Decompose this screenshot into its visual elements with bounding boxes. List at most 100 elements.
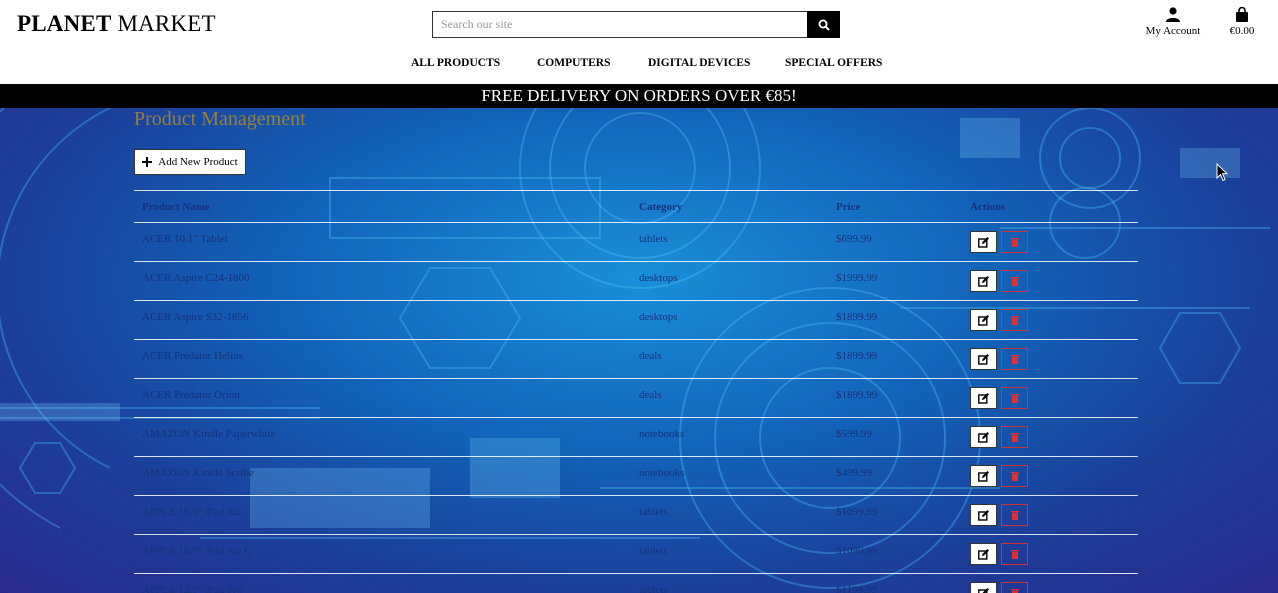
edit-product-button[interactable] [970, 426, 997, 448]
nav-special-offers[interactable]: SPECIAL OFFERS [785, 57, 882, 69]
header-product-name: Product Name [142, 201, 210, 213]
edit-product-button[interactable] [970, 348, 997, 370]
delete-product-button[interactable] [1001, 309, 1028, 331]
trash-icon [1010, 589, 1019, 593]
product-category: deals [639, 350, 662, 362]
my-account-link[interactable]: My Account [1143, 7, 1203, 37]
add-new-product-label: Add New Product [158, 156, 238, 168]
delete-product-button[interactable] [1001, 582, 1028, 593]
table-row: APPLE 10.9" iPad Air C tablets $1099.99 [134, 535, 1138, 574]
product-price: $1899.99 [836, 311, 878, 323]
edit-product-button[interactable] [970, 270, 997, 292]
edit-icon [978, 548, 989, 560]
user-icon [1166, 7, 1180, 22]
delete-product-button[interactable] [1001, 231, 1028, 253]
trash-icon [1010, 238, 1019, 247]
product-category: deals [639, 389, 662, 401]
mouse-cursor-icon [1216, 163, 1228, 182]
product-price: $1099.99 [836, 506, 878, 518]
table-header: Product Name Category Price Actions [134, 190, 1138, 223]
delete-product-button[interactable] [1001, 270, 1028, 292]
site-header: PLANET MARKET My Account €0.00 ALL PRODU… [0, 0, 1278, 84]
product-category: tablets [639, 506, 668, 518]
product-price: $1099.99 [836, 545, 878, 557]
product-name: ACER Aspire C24-1800 [142, 272, 250, 284]
delete-product-button[interactable] [1001, 387, 1028, 409]
table-row: ACER Predator Helios deals $1899.99 [134, 340, 1138, 379]
product-price: $599.99 [836, 428, 872, 440]
trash-icon [1010, 511, 1019, 520]
edit-icon [978, 509, 989, 521]
nav-digital-devices[interactable]: DIGITAL DEVICES [648, 57, 750, 69]
delete-product-button[interactable] [1001, 426, 1028, 448]
trash-icon [1010, 316, 1019, 325]
product-category: tablets [639, 584, 668, 593]
product-price: $1899.99 [836, 350, 878, 362]
product-category: desktops [639, 311, 678, 323]
edit-icon [978, 470, 989, 482]
product-category: desktops [639, 272, 678, 284]
edit-product-button[interactable] [970, 387, 997, 409]
my-account-label: My Account [1145, 25, 1201, 37]
header-price: Price [836, 201, 861, 213]
logo-bold-text: PLANET [17, 11, 112, 36]
delete-product-button[interactable] [1001, 504, 1028, 526]
trash-icon [1010, 472, 1019, 481]
bag-total: €0.00 [1229, 25, 1255, 37]
delete-product-button[interactable] [1001, 465, 1028, 487]
trash-icon [1010, 433, 1019, 442]
product-category: tablets [639, 233, 668, 245]
edit-product-button[interactable] [970, 309, 997, 331]
table-row: APPLE 12.9" iPad Pro tablets $1199.99 [134, 574, 1138, 593]
nav-all-products[interactable]: ALL PRODUCTS [411, 57, 500, 69]
product-name: ACER Predator Helios [142, 350, 243, 362]
product-name: APPLE 10.9" iPad Air [142, 506, 242, 518]
product-category: tablets [639, 545, 668, 557]
shopping-bag-icon [1236, 7, 1248, 22]
product-name: APPLE 12.9" iPad Pro [142, 584, 243, 593]
edit-product-button[interactable] [970, 465, 997, 487]
edit-product-button[interactable] [970, 543, 997, 565]
edit-product-button[interactable] [970, 231, 997, 253]
edit-icon [978, 236, 989, 248]
search-icon [818, 19, 830, 31]
product-name: AMAZON Kindle Paperwhite [142, 428, 276, 440]
page-title: Product Management [134, 108, 306, 130]
product-name: ACER Aspire S32-1856 [142, 311, 249, 323]
search-form [432, 11, 840, 38]
product-price: $1999.99 [836, 272, 878, 284]
header-category: Category [639, 201, 683, 213]
product-name: ACER 10.1" Tablet [142, 233, 228, 245]
product-table: Product Name Category Price Actions ACER… [134, 190, 1138, 593]
product-category: notebooks [639, 467, 685, 479]
search-input[interactable] [432, 11, 807, 38]
table-row: AMAZON Kindle Scribe notebooks $499.99 [134, 457, 1138, 496]
trash-icon [1010, 394, 1019, 403]
product-price: $1199.99 [836, 584, 877, 593]
table-row: APPLE 10.9" iPad Air tablets $1099.99 [134, 496, 1138, 535]
logo-text: MARKET [111, 11, 216, 36]
table-row: ACER Aspire S32-1856 desktops $1899.99 [134, 301, 1138, 340]
product-price: $1899.99 [836, 389, 878, 401]
edit-icon [978, 431, 989, 443]
edit-icon [978, 314, 989, 326]
nav-computers[interactable]: COMPUTERS [537, 57, 610, 69]
product-category: notebooks [639, 428, 685, 440]
delete-product-button[interactable] [1001, 543, 1028, 565]
edit-product-button[interactable] [970, 582, 997, 593]
table-row: ACER Aspire C24-1800 desktops $1999.99 [134, 262, 1138, 301]
table-row: AMAZON Kindle Paperwhite notebooks $599.99 [134, 418, 1138, 457]
site-logo[interactable]: PLANET MARKET [17, 11, 216, 37]
product-price: $499.99 [836, 467, 872, 479]
edit-icon [978, 587, 989, 593]
trash-icon [1010, 550, 1019, 559]
table-body: ACER 10.1" Tablet tablets $699.99 ACER Aspi… [134, 223, 1138, 593]
shopping-bag-link[interactable]: €0.00 [1224, 7, 1260, 37]
trash-icon [1010, 355, 1019, 364]
add-new-product-button[interactable]: Add New Product [134, 149, 246, 175]
search-button[interactable] [807, 11, 840, 38]
edit-icon [978, 353, 989, 365]
delete-product-button[interactable] [1001, 348, 1028, 370]
table-row: ACER 10.1" Tablet tablets $699.99 [134, 223, 1138, 262]
edit-product-button[interactable] [970, 504, 997, 526]
